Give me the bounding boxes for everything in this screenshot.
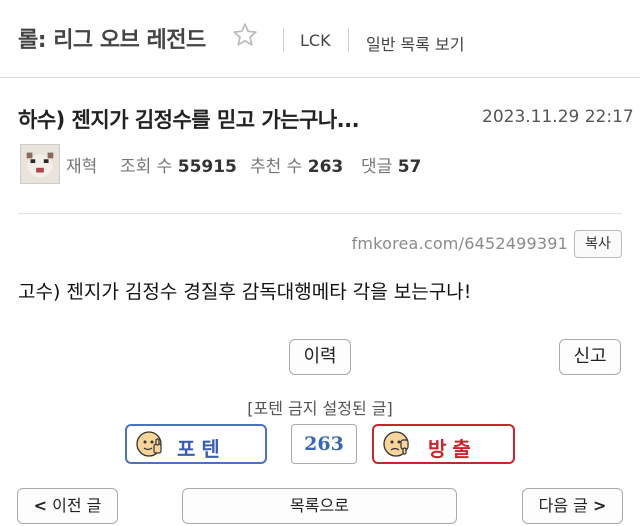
source-url[interactable]: fmkorea.com/6452499391 bbox=[340, 234, 568, 253]
vote-down-button[interactable]: 방출 bbox=[372, 424, 515, 464]
vote-up-button[interactable]: 포텐 bbox=[125, 424, 267, 464]
recommend-count: 추천 수 263 bbox=[250, 157, 344, 177]
nav-link-lck[interactable]: LCK bbox=[300, 31, 331, 50]
author-name[interactable]: 재혁 bbox=[66, 152, 97, 177]
board-title[interactable]: 롤: 리그 오브 레전드 bbox=[18, 22, 206, 54]
divider bbox=[283, 28, 284, 52]
thumbs-up-icon bbox=[136, 431, 162, 457]
board-header: 롤: 리그 오브 레전드 LCK 일반 목록 보기 bbox=[0, 0, 640, 78]
vote-up-label: 포텐 bbox=[177, 437, 226, 461]
back-to-list-button[interactable]: 목록으로 bbox=[182, 488, 457, 524]
vote-down-label: 방출 bbox=[428, 437, 477, 461]
next-post-button[interactable]: 다음 글 > bbox=[522, 488, 623, 524]
next-post-label: 다음 글 bbox=[538, 496, 588, 515]
prev-post-label: 이전 글 bbox=[52, 496, 102, 515]
comment-count[interactable]: 댓글 57 bbox=[361, 152, 421, 177]
divider bbox=[18, 213, 622, 214]
nav-link-list-view[interactable]: 일반 목록 보기 bbox=[366, 31, 465, 55]
copy-button[interactable]: 복사 bbox=[574, 230, 622, 258]
post-body: 고수) 젠지가 김정수 경질후 감독대행메타 각을 보는구나! bbox=[18, 281, 472, 303]
history-button[interactable]: 이력 bbox=[289, 339, 351, 375]
vote-count: 263 bbox=[291, 424, 357, 464]
poten-disabled-note: [포텐 금지 설정된 글] bbox=[247, 399, 393, 418]
prev-post-button[interactable]: < 이전 글 bbox=[17, 488, 118, 524]
report-button[interactable]: 신고 bbox=[559, 339, 621, 375]
post-date: 2023.11.29 22:17 bbox=[482, 107, 634, 127]
chevron-right-icon: > bbox=[592, 496, 607, 515]
chevron-left-icon: < bbox=[33, 496, 48, 515]
thumbs-down-icon bbox=[383, 431, 409, 457]
avatar[interactable] bbox=[20, 144, 60, 184]
divider bbox=[348, 28, 349, 52]
view-count: 조회 수 55915 bbox=[120, 157, 237, 177]
post-title: 하수) 젠지가 김정수를 믿고 가는구나... bbox=[18, 108, 360, 132]
star-icon[interactable] bbox=[232, 22, 258, 48]
